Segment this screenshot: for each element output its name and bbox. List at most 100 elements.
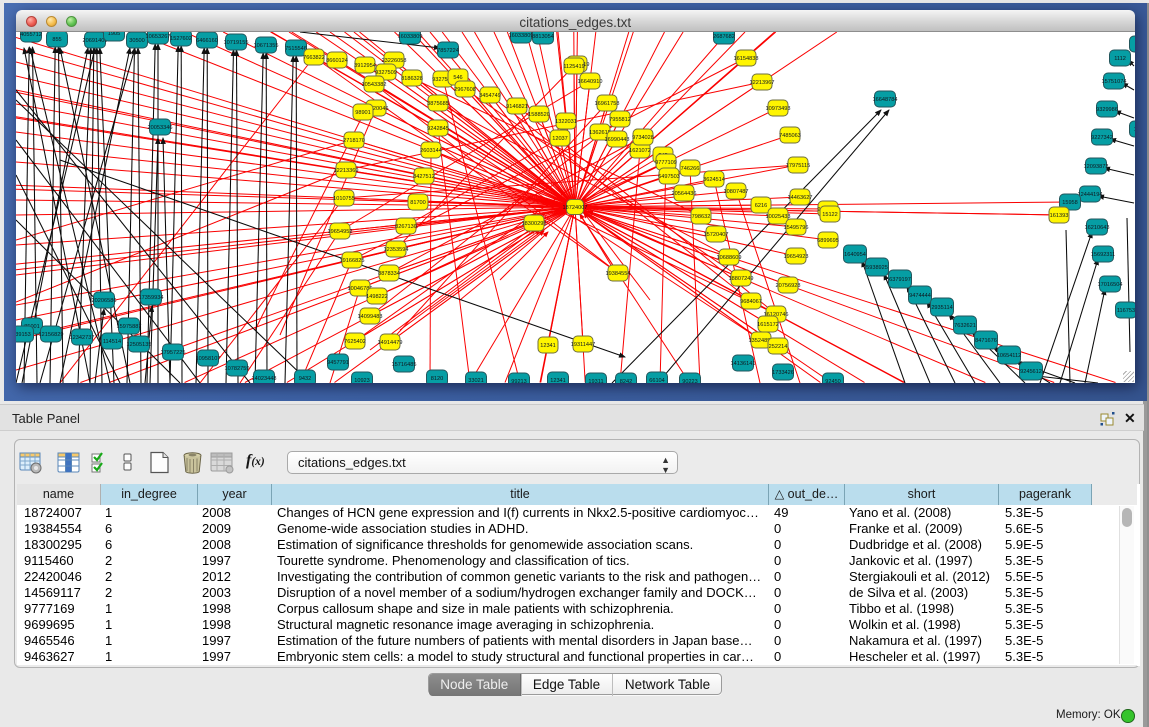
svg-text:798632: 798632 [692, 214, 711, 220]
svg-text:12037: 12037 [552, 136, 568, 142]
svg-text:10973493: 10973493 [766, 106, 791, 112]
svg-text:12505135: 12505135 [127, 342, 152, 348]
svg-text:18807249: 18807249 [729, 276, 754, 282]
svg-text:14136141: 14136141 [731, 361, 756, 367]
svg-text:12341: 12341 [540, 343, 556, 349]
svg-text:16033809: 16033809 [398, 34, 423, 40]
svg-text:10653267: 10653267 [146, 34, 171, 40]
svg-text:9329986: 9329986 [1096, 107, 1118, 113]
svg-text:1615172: 1615172 [757, 322, 779, 328]
svg-text:9245612: 9245612 [1020, 369, 1042, 375]
svg-text:16990443: 16990443 [605, 137, 630, 143]
svg-text:10807487: 10807487 [724, 189, 749, 195]
svg-text:18724007: 18724007 [563, 205, 588, 211]
svg-text:114514: 114514 [103, 339, 121, 345]
svg-text:19311447: 19311447 [571, 342, 595, 348]
svg-text:6466160: 6466160 [196, 38, 218, 44]
svg-text:10958107: 10958107 [196, 356, 221, 362]
svg-text:20564436: 20564436 [672, 191, 697, 197]
svg-text:17016504: 17016504 [1098, 282, 1123, 288]
svg-text:9734028: 9734028 [632, 135, 654, 141]
svg-text:9242845: 9242845 [427, 126, 449, 132]
svg-text:15720407: 15720407 [704, 232, 729, 238]
svg-text:6497503: 6497503 [658, 174, 680, 180]
svg-text:8471676: 8471676 [975, 338, 997, 344]
svg-text:20691406: 20691406 [83, 38, 108, 44]
svg-text:17975115: 17975115 [786, 163, 810, 169]
svg-text:1433: 1433 [1134, 127, 1135, 133]
svg-text:15692311: 15692311 [1091, 252, 1115, 258]
svg-text:12213967: 12213967 [750, 80, 775, 86]
svg-text:7632621: 7632621 [954, 323, 976, 329]
svg-text:252214: 252214 [769, 344, 788, 350]
svg-text:9474444: 9474444 [909, 293, 931, 299]
svg-text:17957225: 17957225 [161, 350, 186, 356]
svg-text:12342737: 12342737 [70, 335, 95, 341]
svg-text:14463627: 14463627 [788, 195, 813, 201]
svg-text:1733426: 1733426 [772, 370, 794, 376]
svg-text:10025433: 10025433 [766, 214, 791, 220]
svg-text:2603144: 2603144 [420, 148, 442, 154]
svg-text:15716485: 15716485 [392, 362, 417, 368]
svg-text:14914479: 14914479 [378, 340, 403, 346]
svg-text:3912954: 3912954 [354, 63, 376, 69]
svg-text:16154838: 16154838 [734, 56, 759, 62]
svg-text:20756928: 20756928 [776, 283, 801, 289]
svg-text:10923: 10923 [354, 378, 370, 382]
svg-text:6379197: 6379197 [889, 277, 911, 283]
svg-text:19654952: 19654952 [328, 229, 353, 235]
svg-text:66104: 66104 [649, 378, 665, 382]
svg-text:9227342: 9227342 [1091, 135, 1113, 141]
svg-text:8813054: 8813054 [532, 34, 554, 40]
svg-text:10671355: 10671355 [254, 43, 279, 49]
svg-text:1905: 1905 [108, 32, 120, 37]
svg-text:10782759: 10782759 [225, 366, 250, 372]
svg-text:14099483: 14099483 [358, 314, 383, 320]
svg-text:16640910: 16640910 [578, 79, 603, 85]
svg-text:12444194: 12444194 [1078, 192, 1103, 198]
svg-text:116753: 116753 [1117, 308, 1135, 314]
svg-text:33021: 33021 [468, 378, 484, 382]
svg-text:7625402: 7625402 [344, 339, 366, 345]
svg-text:10654112: 10654112 [997, 353, 1021, 359]
svg-text:12093873: 12093873 [1084, 164, 1109, 170]
svg-text:9432: 9432 [299, 376, 311, 382]
svg-text:16210643: 16210643 [1085, 225, 1110, 231]
svg-text:8427512: 8427512 [413, 174, 435, 180]
svg-text:7955812: 7955812 [609, 117, 631, 123]
svg-text:30500: 30500 [129, 38, 145, 44]
svg-text:1498222: 1498222 [366, 294, 388, 300]
svg-text:4055712: 4055712 [20, 32, 42, 38]
svg-text:19384554: 19384554 [606, 271, 631, 277]
svg-text:2967608: 2967608 [454, 87, 476, 93]
svg-text:8186328: 8186328 [401, 76, 423, 82]
svg-text:92450: 92450 [825, 379, 841, 382]
svg-text:8267130: 8267130 [395, 224, 417, 230]
svg-text:10688609: 10688609 [717, 255, 742, 261]
svg-text:7515546: 7515546 [285, 46, 307, 52]
svg-text:12156829: 12156829 [39, 332, 64, 338]
svg-text:17359934: 17359934 [139, 295, 164, 301]
svg-text:39153: 39153 [16, 332, 31, 338]
svg-text:20053346: 20053346 [148, 125, 173, 131]
svg-text:14023448: 14023448 [252, 376, 277, 382]
svg-text:2718170: 2718170 [343, 138, 365, 144]
svg-text:15958: 15958 [1062, 200, 1078, 206]
svg-text:9684067: 9684067 [740, 299, 762, 305]
svg-text:3454749: 3454749 [479, 93, 501, 99]
svg-text:98901: 98901 [355, 110, 371, 116]
svg-text:9327509: 9327509 [375, 70, 397, 76]
svg-text:9146821: 9146821 [506, 104, 528, 110]
svg-text:15975887: 15975887 [117, 324, 142, 330]
svg-text:1010755: 1010755 [333, 196, 355, 202]
svg-text:16961758: 16961758 [595, 101, 620, 107]
svg-text:1640954: 1640954 [844, 252, 866, 258]
svg-text:10719155: 10719155 [224, 40, 249, 46]
svg-text:15495796: 15495796 [784, 225, 809, 231]
svg-text:1125419: 1125419 [563, 64, 584, 70]
svg-text:3624514: 3624514 [703, 177, 725, 183]
svg-text:7857224: 7857224 [437, 48, 459, 54]
svg-text:9777109: 9777109 [655, 160, 677, 166]
svg-text:9457791: 9457791 [327, 360, 349, 366]
svg-text:1112: 1112 [1114, 56, 1126, 62]
